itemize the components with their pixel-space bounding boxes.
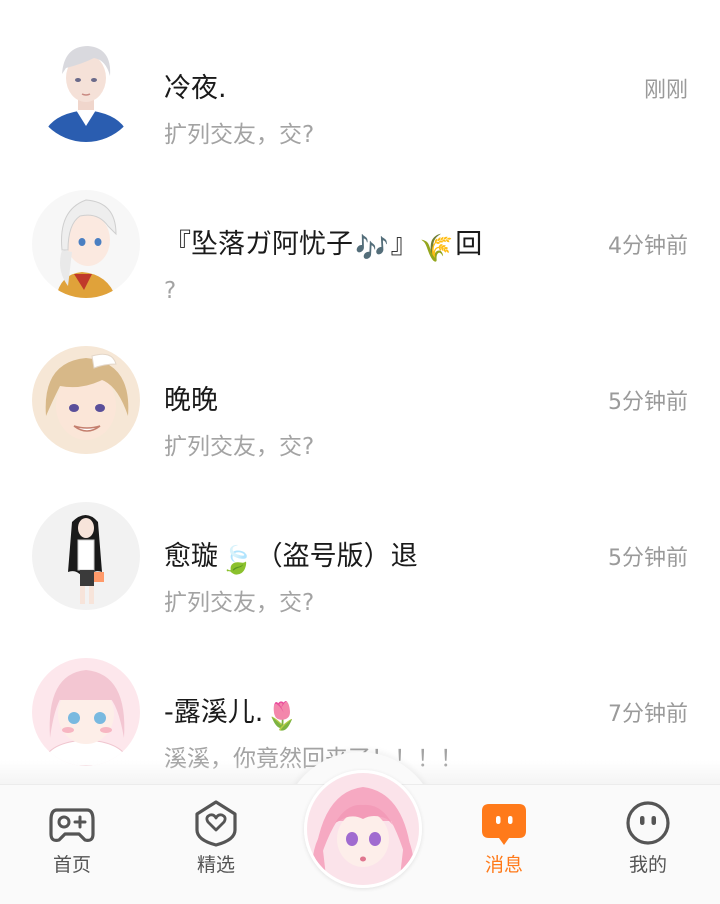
tab-home-label: 首页	[52, 854, 91, 876]
blonde-girl-avatar[interactable]	[32, 346, 140, 454]
tab-messages-label: 消息	[484, 854, 523, 876]
chat-row[interactable]: 冷夜. 扩列交友，交? 刚刚	[0, 28, 720, 184]
black-haired-girl-avatar[interactable]	[32, 502, 140, 610]
chat-name-text: 回	[455, 229, 483, 260]
chat-name: 晚晚	[164, 385, 218, 416]
chat-name-text: 『坠落ガ阿忧子	[164, 229, 353, 260]
chat-name-text: （盗号版）退	[255, 541, 418, 572]
tulip-emoji-icon: 🌷	[265, 701, 299, 732]
chat-time: 刚刚	[643, 78, 688, 103]
tab-mine[interactable]: 我的	[598, 798, 698, 888]
rice-emoji-icon: 🌾	[419, 233, 454, 264]
tab-mine-label: 我的	[628, 854, 667, 876]
chat-time: 5分钟前	[608, 546, 688, 571]
chat-name-text: -露溪儿.	[164, 697, 264, 728]
pink-girl-avatar[interactable]	[32, 658, 140, 766]
pink-haired-girl-avatar[interactable]	[304, 770, 422, 888]
tab-home[interactable]: 首页	[22, 798, 122, 888]
white-haired-boy-avatar[interactable]	[32, 34, 140, 142]
heart-badge-icon	[195, 800, 237, 847]
leaf-emoji-icon: 🍃	[220, 545, 254, 576]
chat-preview: ?	[164, 278, 177, 304]
chat-row[interactable]: 『坠落ガ阿忧子🎶』🌾回 ? 4分钟前	[0, 184, 720, 340]
chat-time: 4分钟前	[608, 234, 688, 259]
face-icon	[626, 801, 670, 845]
tab-featured[interactable]: 精选	[166, 798, 266, 888]
tab-messages[interactable]: 消息	[454, 798, 554, 888]
chat-time: 5分钟前	[608, 390, 688, 415]
music-notes-emoji-icon: 🎶	[355, 233, 389, 264]
chat-row[interactable]: 晚晚 扩列交友，交? 5分钟前	[0, 340, 720, 496]
messages-screen: 冷夜. 扩列交友，交? 刚刚 『坠落ガ阿忧子🎶』🌾回 ? 4分钟前 晚晚 扩列交…	[0, 0, 720, 904]
white-haired-girl-avatar[interactable]	[32, 190, 140, 298]
chat-name: 愈璇🍃（盗号版）退	[164, 540, 418, 578]
gamepad-icon	[49, 808, 95, 842]
chat-row[interactable]: 愈璇🍃（盗号版）退 扩列交友，交? 5分钟前	[0, 496, 720, 652]
chat-preview: 扩列交友，交?	[164, 122, 315, 148]
chat-bubble-icon	[482, 804, 526, 845]
chat-name: -露溪儿.🌷	[164, 696, 301, 734]
tab-featured-label: 精选	[196, 854, 235, 876]
chat-name: 『坠落ガ阿忧子🎶』🌾回	[164, 228, 482, 266]
chat-name: 冷夜.	[164, 73, 227, 104]
chat-name-text: 』	[390, 229, 418, 260]
chat-preview: 扩列交友，交?	[164, 590, 315, 616]
chat-preview: 扩列交友，交?	[164, 434, 315, 460]
chat-name-text: 愈璇	[164, 541, 218, 572]
chat-time: 7分钟前	[608, 702, 688, 727]
